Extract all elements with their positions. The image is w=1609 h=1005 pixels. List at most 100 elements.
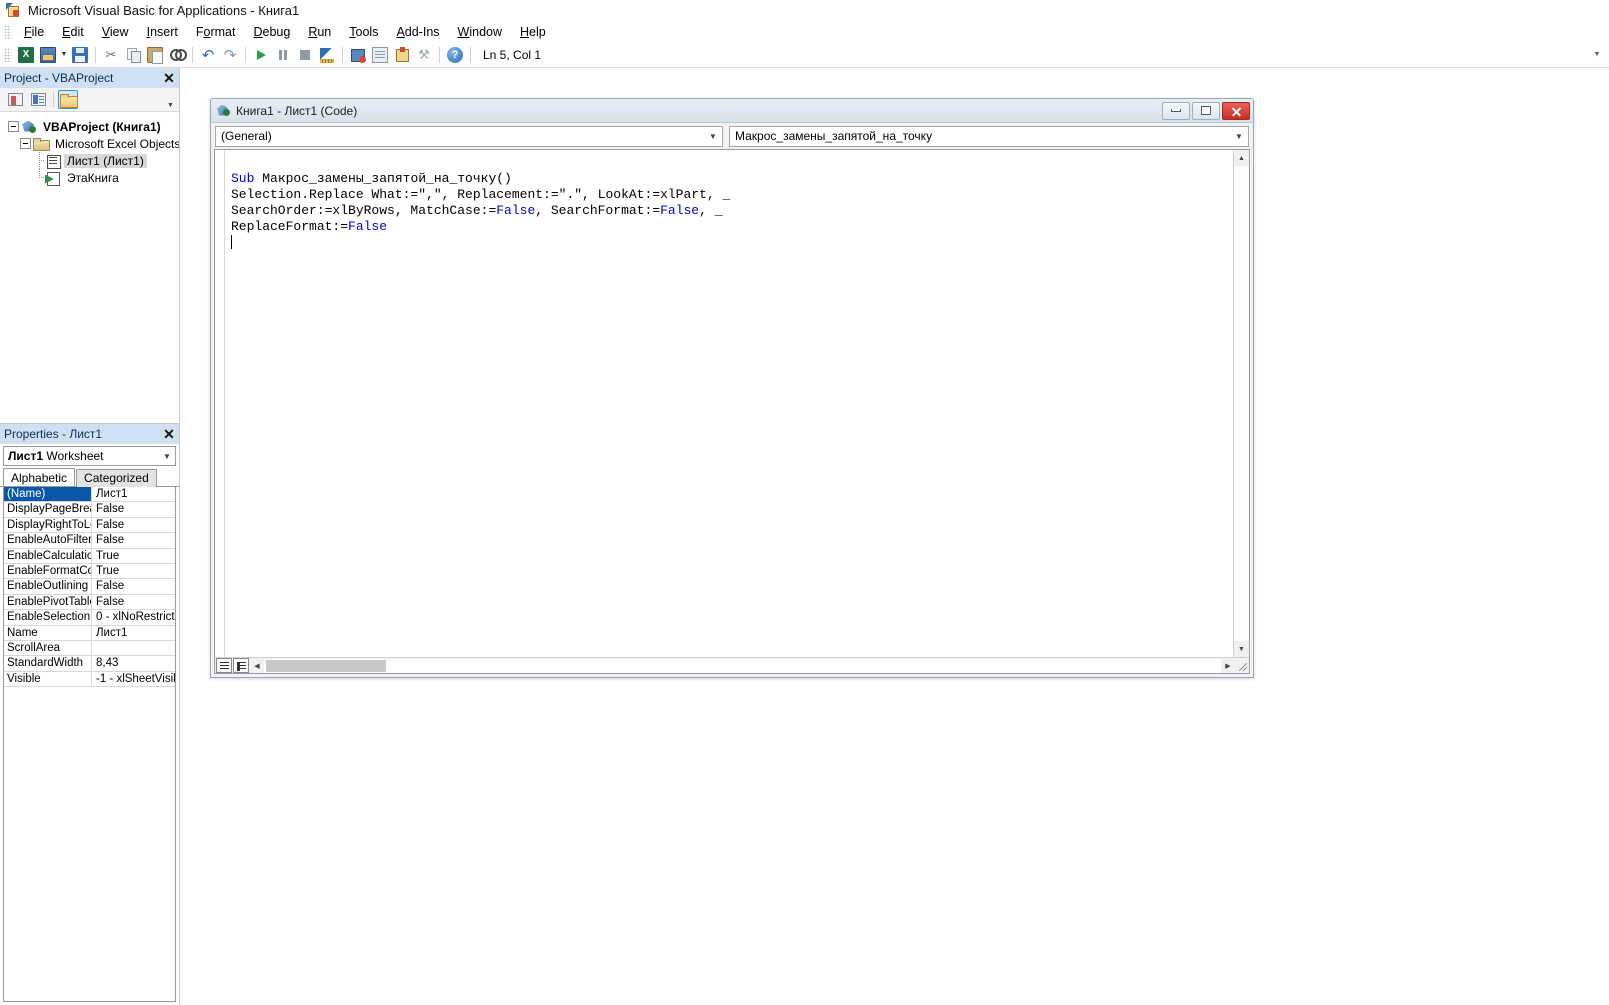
- table-row[interactable]: (Name) Лист1: [4, 487, 175, 503]
- table-row[interactable]: EnableSelection 0 - xlNoRestricti: [4, 610, 175, 626]
- tab-categorized[interactable]: Categorized: [76, 469, 157, 487]
- project-panel-close-icon[interactable]: ✕: [161, 70, 177, 86]
- paste-icon[interactable]: [144, 44, 166, 66]
- property-value[interactable]: False: [92, 595, 175, 609]
- code-window-buttons: [1162, 101, 1250, 120]
- toggle-folders-button[interactable]: [58, 90, 78, 109]
- code-window: Книга1 - Лист1 (Code) (General) ▼ Макрос…: [210, 98, 1254, 678]
- table-row[interactable]: DisplayRightToLef False: [4, 517, 175, 534]
- property-value[interactable]: False: [92, 579, 175, 593]
- project-toolbar-overflow-button[interactable]: ▼: [165, 91, 176, 109]
- scroll-right-arrow-icon[interactable]: ▶: [1221, 659, 1235, 673]
- scroll-down-arrow-icon[interactable]: ▼: [1234, 641, 1249, 657]
- property-value[interactable]: True: [92, 549, 175, 563]
- table-row[interactable]: DisplayPageBreak False: [4, 502, 175, 518]
- tree-node-thisworkbook[interactable]: ЭтаКнига: [4, 169, 179, 186]
- procedure-view-button[interactable]: [216, 658, 232, 673]
- pause-icon[interactable]: [272, 44, 294, 66]
- table-row[interactable]: ScrollArea: [4, 640, 175, 657]
- window-resize-grip[interactable]: [1235, 659, 1249, 673]
- insert-userform-icon[interactable]: [37, 44, 59, 66]
- code-editor[interactable]: Sub Макрос_замены_запятой_на_точку() Sel…: [225, 150, 1233, 657]
- workbook-icon: [45, 171, 61, 186]
- project-explorer-icon[interactable]: [347, 44, 369, 66]
- copy-icon[interactable]: [122, 44, 144, 66]
- code-editor-area: Sub Макрос_замены_запятой_на_точку() Sel…: [215, 150, 1249, 657]
- cut-icon[interactable]: [100, 44, 122, 66]
- procedure-dropdown[interactable]: Макрос_замены_запятой_на_точку ▼: [729, 125, 1249, 147]
- property-value[interactable]: False: [92, 533, 175, 547]
- property-value[interactable]: 0 - xlNoRestricti: [92, 610, 175, 624]
- table-row[interactable]: StandardWidth 8,43: [4, 656, 175, 672]
- stop-icon[interactable]: [294, 44, 316, 66]
- horizontal-scroll-thumb[interactable]: [266, 659, 386, 672]
- vertical-scroll-track[interactable]: [1234, 166, 1249, 641]
- menu-debug[interactable]: Debug: [244, 23, 299, 41]
- menu-edit[interactable]: Edit: [53, 23, 93, 41]
- save-icon[interactable]: [69, 44, 91, 66]
- table-row[interactable]: EnableAutoFilter False: [4, 533, 175, 549]
- chevron-down-icon[interactable]: ▼: [1230, 132, 1248, 141]
- view-object-button[interactable]: [28, 90, 48, 109]
- toolbar-grip[interactable]: [4, 47, 11, 62]
- undo-icon[interactable]: [197, 44, 219, 66]
- help-icon[interactable]: [444, 44, 466, 66]
- table-row[interactable]: EnableFormatCon True: [4, 563, 175, 580]
- menu-run[interactable]: Run: [299, 23, 340, 41]
- expander-vbaproject-icon[interactable]: [8, 121, 19, 132]
- redo-icon[interactable]: [219, 44, 241, 66]
- view-code-button[interactable]: [5, 90, 25, 109]
- insert-dropdown-icon[interactable]: ▼: [59, 44, 69, 66]
- menu-format[interactable]: Format: [187, 23, 245, 41]
- property-value[interactable]: -1 - xlSheetVisib: [92, 672, 175, 686]
- scroll-left-arrow-icon[interactable]: ◀: [250, 659, 264, 673]
- tree-node-excel-objects[interactable]: Microsoft Excel Objects: [4, 135, 179, 152]
- object-dropdown[interactable]: (General) ▼: [215, 125, 723, 147]
- table-row[interactable]: Visible -1 - xlSheetVisib: [4, 671, 175, 688]
- property-value[interactable]: False: [92, 502, 175, 516]
- menu-window[interactable]: Window: [449, 23, 511, 41]
- toolbox-icon[interactable]: [413, 44, 435, 66]
- properties-panel-close-icon[interactable]: ✕: [161, 426, 177, 442]
- code-vertical-scrollbar[interactable]: ▲ ▼: [1233, 150, 1249, 657]
- menu-file[interactable]: File: [15, 23, 53, 41]
- property-value[interactable]: 8,43: [92, 656, 175, 670]
- table-row[interactable]: EnableCalculation True: [4, 548, 175, 564]
- menu-tools[interactable]: Tools: [340, 23, 387, 41]
- property-value[interactable]: Лист1: [92, 626, 175, 640]
- properties-object-selector[interactable]: Лист1 Worksheet ▼: [3, 446, 176, 466]
- property-value[interactable]: Лист1: [92, 487, 175, 501]
- chevron-down-icon[interactable]: ▼: [704, 132, 722, 141]
- full-module-view-button[interactable]: [233, 658, 249, 673]
- menu-add-ins[interactable]: Add-Ins: [387, 23, 448, 41]
- close-button[interactable]: [1222, 101, 1250, 120]
- menu-view[interactable]: View: [93, 23, 138, 41]
- menu-grip[interactable]: [4, 25, 11, 39]
- menu-help[interactable]: Help: [511, 23, 555, 41]
- code-window-title-bar[interactable]: Книга1 - Лист1 (Code): [211, 99, 1253, 123]
- maximize-button[interactable]: [1192, 101, 1220, 120]
- tree-node-sheet1[interactable]: Лист1 (Лист1): [4, 152, 179, 169]
- view-excel-icon[interactable]: [15, 44, 37, 66]
- property-value[interactable]: [92, 641, 175, 655]
- horizontal-scroll-track[interactable]: [264, 658, 1221, 673]
- tab-alphabetic[interactable]: Alphabetic: [3, 468, 76, 486]
- property-value[interactable]: True: [92, 564, 175, 578]
- table-row[interactable]: EnablePivotTable False: [4, 594, 175, 611]
- table-row[interactable]: Name Лист1: [4, 625, 175, 641]
- property-value[interactable]: False: [92, 518, 175, 532]
- vba-app-icon: [6, 2, 22, 19]
- chevron-down-icon[interactable]: ▼: [159, 452, 175, 461]
- design-mode-icon[interactable]: [316, 44, 338, 66]
- expander-excel-objects-icon[interactable]: [20, 138, 31, 149]
- scroll-up-arrow-icon[interactable]: ▲: [1234, 150, 1249, 166]
- run-icon[interactable]: [250, 44, 272, 66]
- menu-insert[interactable]: Insert: [138, 23, 187, 41]
- toolbar-overflow-button[interactable]: ▼: [1591, 44, 1603, 66]
- properties-window-icon[interactable]: [369, 44, 391, 66]
- object-browser-icon[interactable]: [391, 44, 413, 66]
- tree-node-vbaproject[interactable]: VBAProject (Книга1): [4, 118, 179, 135]
- table-row[interactable]: EnableOutlining False: [4, 579, 175, 595]
- find-icon[interactable]: [166, 44, 188, 66]
- minimize-button[interactable]: [1162, 101, 1190, 120]
